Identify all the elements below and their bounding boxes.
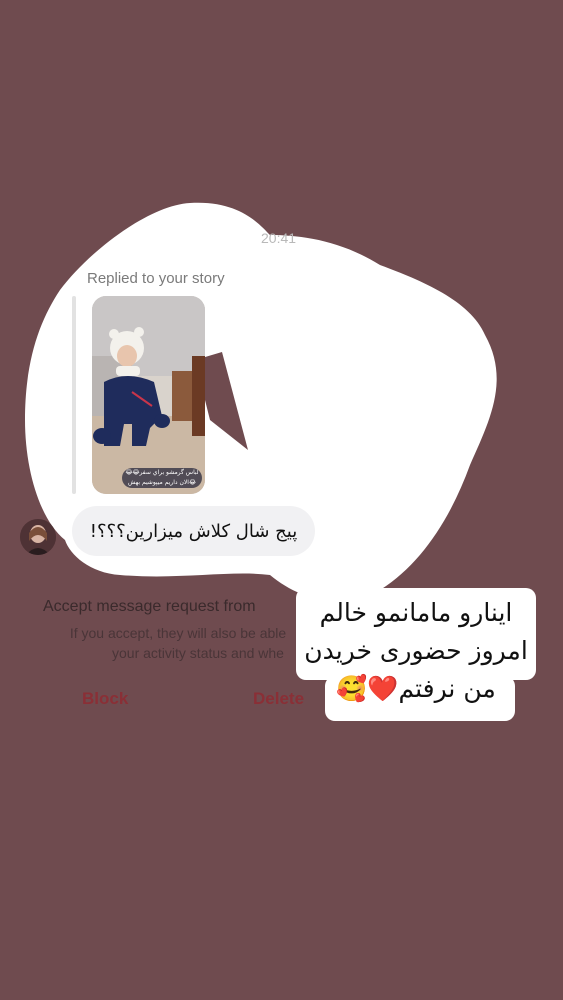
drawn-overlay-shape: [25, 202, 497, 601]
story-thumbnail[interactable]: [92, 296, 205, 494]
text-sticker: اینارو مامانمو خالم امروز حضوری خریدن من…: [296, 594, 536, 708]
message-text: پیج شال کلاش میزارین؟؟؟!: [89, 520, 298, 542]
reply-quote-bar: [72, 296, 76, 494]
message-bubble[interactable]: پیج شال کلاش میزارین؟؟؟!: [72, 506, 315, 556]
avatar-image: [20, 519, 56, 555]
sticker-line-1: اینارو مامانمو خالم: [319, 598, 513, 627]
smiling-face-hearts-icon: 🥰: [336, 674, 368, 703]
heart-emoji-icon: ❤️: [367, 674, 399, 703]
sticker-line-3-text: من نرفتم: [398, 674, 496, 703]
story-caption: 😂😂لباس گرمشو براي سفر الان داریم میپوشیم…: [122, 468, 202, 488]
sender-avatar[interactable]: [20, 519, 56, 555]
child-photo-illustration: [92, 296, 205, 494]
sticker-line-3: من نرفتم❤️🥰: [296, 670, 536, 708]
replied-to-story-label: Replied to your story: [87, 270, 225, 287]
sticker-line-2: امروز حضوری خریدن: [304, 636, 528, 665]
message-timestamp: 20:41: [261, 230, 297, 246]
